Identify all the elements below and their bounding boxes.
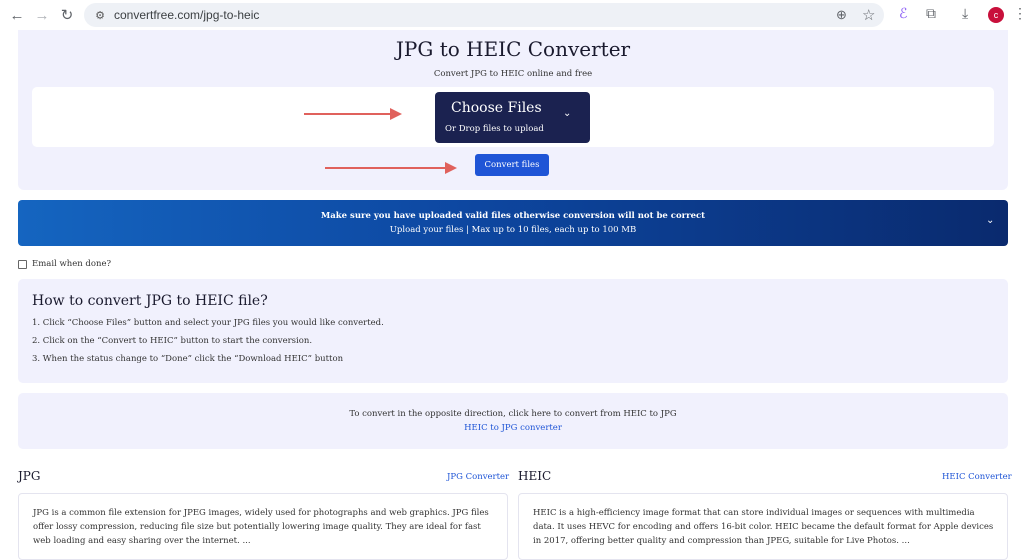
- upload-notice-banner[interactable]: Make sure you have uploaded valid files …: [18, 200, 1008, 246]
- email-option[interactable]: Email when done?: [18, 257, 111, 271]
- howto-title: How to convert JPG to HEIC file?: [32, 293, 268, 309]
- url-text[interactable]: convertfree.com/jpg-to-heic: [114, 8, 259, 22]
- howto-step: 2. Click on the “Convert to HEIC” button…: [32, 336, 313, 346]
- converter-panel: JPG to HEIC Converter Convert JPG to HEI…: [18, 30, 1008, 190]
- puzzle-icon[interactable]: ⧉: [926, 5, 936, 22]
- browser-toolbar: ← → ↻ ⚙ convertfree.com/jpg-to-heic ⊕ ☆ …: [0, 0, 1024, 30]
- drop-hint: Or Drop files to upload: [445, 124, 544, 134]
- address-bar[interactable]: ⚙ convertfree.com/jpg-to-heic ⊕ ☆: [84, 3, 884, 27]
- description-line: in 2017, offering better quality and com…: [533, 536, 910, 546]
- upload-dropzone[interactable]: Choose Files Or Drop files to upload ⌄: [32, 87, 994, 147]
- email-label: Email when done?: [32, 259, 112, 269]
- jpg-description: JPG is a common file extension for JPEG …: [33, 506, 489, 548]
- description-line: data. It uses HEVC for encoding and offe…: [533, 522, 994, 532]
- description-line: offer lossy compression, reducing file s…: [33, 522, 481, 532]
- heic-converter-link[interactable]: HEIC Converter: [942, 472, 1012, 482]
- extension-icon[interactable]: ℰ: [899, 5, 907, 22]
- page-subtitle: Convert JPG to HEIC online and free: [433, 69, 593, 79]
- star-icon[interactable]: ☆: [862, 6, 875, 24]
- howto-step: 1. Click “Choose Files” button and selec…: [32, 318, 384, 328]
- menu-icon[interactable]: ⋮: [1013, 5, 1024, 22]
- pointer-arrow-icon: [304, 108, 402, 120]
- howto-step: 3. When the status change to “Done” clic…: [32, 354, 344, 364]
- heic-description: HEIC is a high-efficiency image format t…: [533, 506, 993, 548]
- pointer-arrow-icon: [325, 162, 457, 174]
- heic-description-card: HEIC is a high-efficiency image format t…: [518, 493, 1008, 560]
- email-checkbox[interactable]: [18, 259, 27, 269]
- choose-files-button[interactable]: Choose Files Or Drop files to upload ⌄: [435, 92, 590, 143]
- chevron-down-icon[interactable]: ⌄: [986, 215, 994, 226]
- description-line: web loading and easy sharing over the in…: [33, 536, 251, 546]
- page-title: JPG to HEIC Converter: [395, 37, 631, 61]
- download-icon[interactable]: ⤓: [962, 5, 968, 22]
- jpg-description-card: JPG is a common file extension for JPEG …: [18, 493, 508, 560]
- opposite-text: To convert in the opposite direction, cl…: [349, 409, 677, 419]
- avatar[interactable]: c: [988, 7, 1004, 23]
- site-info-icon[interactable]: ⚙: [92, 7, 108, 23]
- description-line: HEIC is a high-efficiency image format t…: [533, 508, 975, 518]
- howto-section: How to convert JPG to HEIC file? 1. Clic…: [18, 279, 1008, 383]
- chevron-down-icon[interactable]: ⌄: [563, 108, 571, 119]
- jpg-heading: JPG: [18, 469, 41, 483]
- description-line: JPG is a common file extension for JPEG …: [33, 508, 489, 518]
- forward-arrow-icon[interactable]: →: [31, 4, 53, 26]
- back-arrow-icon[interactable]: ←: [6, 4, 28, 26]
- notice-limits: Upload your files | Max up to 10 files, …: [389, 225, 637, 235]
- jpg-converter-link[interactable]: JPG Converter: [447, 472, 509, 482]
- choose-files-label: Choose Files: [451, 100, 542, 116]
- opposite-direction-box: To convert in the opposite direction, cl…: [18, 393, 1008, 449]
- convert-files-button[interactable]: Convert files: [475, 154, 549, 176]
- zoom-icon[interactable]: ⊕: [836, 7, 847, 23]
- heic-heading: HEIC: [518, 469, 552, 483]
- reload-icon[interactable]: ↻: [56, 4, 78, 26]
- heic-to-jpg-link[interactable]: HEIC to JPG converter: [18, 423, 1008, 433]
- notice-warning: Make sure you have uploaded valid files …: [320, 211, 706, 221]
